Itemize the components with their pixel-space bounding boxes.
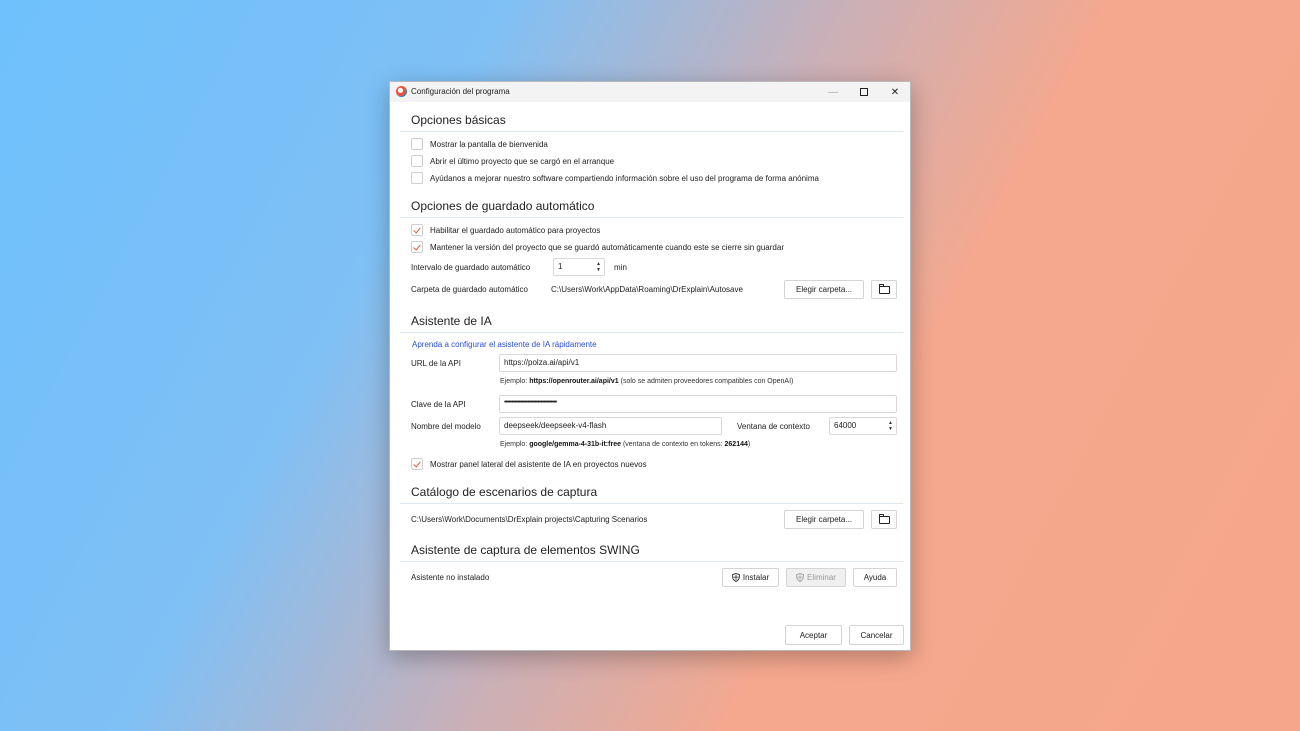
open-last-project-checkbox[interactable] (411, 155, 423, 167)
swing-install-label: Instalar (742, 573, 770, 582)
swing-install-button[interactable]: Instalar (722, 568, 779, 587)
section-swing-title: Asistente de captura de elementos SWING (411, 543, 640, 557)
catalog-choose-folder-button[interactable]: Elegir carpeta... (784, 510, 864, 529)
section-ai-title: Asistente de IA (411, 314, 492, 328)
autosave-interval-value: 1 (558, 262, 563, 271)
section-divider (400, 131, 903, 132)
close-icon: ✕ (890, 86, 900, 98)
autosave-folder-path: C:\Users\Work\AppData\Roaming\DrExplain\… (551, 285, 743, 294)
swing-remove-button[interactable]: Eliminar (786, 568, 846, 587)
swing-status: Asistente no instalado (411, 573, 490, 582)
context-window-label: Ventana de contexto (737, 422, 810, 431)
spin-arrows-icon[interactable]: ▲ ▼ (596, 261, 601, 273)
model-hint-end: ) (747, 441, 751, 448)
anonymous-usage-checkbox[interactable] (411, 172, 423, 184)
section-divider (400, 561, 903, 562)
open-last-project-label: Abrir el último proyecto que se cargó en… (430, 157, 615, 166)
swing-help-button[interactable]: Ayuda (853, 568, 897, 587)
folder-open-icon (878, 283, 890, 294)
section-catalog-title: Catálogo de escenarios de captura (411, 485, 598, 499)
api-url-hint-suffix: (solo se admiten proveedores compatibles… (620, 378, 794, 385)
accept-button[interactable]: Aceptar (785, 625, 842, 645)
api-url-label: URL de la API (411, 359, 461, 368)
autosave-choose-folder-button[interactable]: Elegir carpeta... (784, 280, 864, 299)
swing-remove-label: Eliminar (807, 573, 836, 582)
context-window-stepper[interactable]: 64000 ▲ ▼ (829, 417, 897, 435)
welcome-screen-label: Mostrar la pantalla de bienvenida (430, 140, 548, 149)
app-icon (396, 86, 407, 97)
autosave-interval-stepper[interactable]: 1 ▲ ▼ (553, 258, 605, 276)
section-divider (400, 332, 903, 333)
model-name-input[interactable]: deepseek/deepseek-v4-flash (499, 417, 722, 435)
section-basic-title: Opciones básicas (411, 113, 506, 127)
maximize-button[interactable] (849, 82, 879, 102)
window-title: Configuración del programa (411, 87, 510, 96)
section-divider (400, 503, 903, 504)
model-hint-tokens: 262144 (724, 441, 748, 448)
anonymous-usage-label: Ayúdanos a mejorar nuestro software comp… (430, 174, 819, 183)
api-url-hint-example: https://openrouter.ai/api/v1 (529, 378, 619, 385)
title-bar: Configuración del programa — ✕ (390, 82, 910, 102)
section-divider (400, 217, 903, 218)
close-button[interactable]: ✕ (880, 82, 910, 102)
shield-icon (796, 573, 804, 582)
minimize-button[interactable]: — (818, 82, 848, 102)
api-key-input[interactable]: •••••••••••••••••••••••••••••••••••• (499, 395, 897, 413)
autosave-folder-label: Carpeta de guardado automático (411, 285, 528, 294)
autosave-open-folder-button[interactable] (871, 280, 897, 299)
ai-side-panel-checkbox[interactable] (411, 458, 423, 470)
model-hint-prefix: Ejemplo: (500, 441, 528, 448)
catalog-path: C:\Users\Work\Documents\DrExplain projec… (411, 515, 648, 524)
catalog-open-folder-button[interactable] (871, 510, 897, 529)
keep-autosave-checkbox[interactable] (411, 241, 423, 253)
api-url-hint-prefix: Ejemplo: (500, 378, 528, 385)
minimize-icon: — (828, 86, 838, 98)
context-window-value: 64000 (834, 421, 857, 430)
spin-arrows-icon[interactable]: ▲ ▼ (888, 420, 893, 432)
model-hint-mid: (ventana de contexto en tokens: (622, 441, 723, 448)
autosave-interval-label: Intervalo de guardado automático (411, 263, 531, 272)
cancel-button[interactable]: Cancelar (849, 625, 904, 645)
keep-autosave-label: Mantener la versión del proyecto que se … (430, 243, 784, 252)
welcome-screen-checkbox[interactable] (411, 138, 423, 150)
model-hint-example: google/gemma-4-31b-it:free (529, 441, 621, 448)
enable-autosave-label: Habilitar el guardado automático para pr… (430, 226, 601, 235)
maximize-icon (860, 88, 868, 96)
api-url-input[interactable]: https://polza.ai/api/v1 (499, 354, 897, 372)
api-url-hint: Ejemplo: https://openrouter.ai/api/v1 (s… (500, 378, 793, 385)
shield-icon (731, 573, 740, 582)
enable-autosave-checkbox[interactable] (411, 224, 423, 236)
folder-open-icon (878, 513, 890, 524)
api-key-label: Clave de la API (411, 400, 466, 409)
model-hint: Ejemplo: google/gemma-4-31b-it:free (ven… (500, 441, 750, 448)
section-autosave-title: Opciones de guardado automático (411, 199, 595, 213)
autosave-interval-unit: min (614, 263, 627, 272)
model-name-label: Nombre del modelo (411, 422, 481, 431)
ai-setup-help-link[interactable]: Aprenda a configurar el asistente de IA … (412, 340, 597, 349)
settings-dialog: Configuración del programa — ✕ Opciones … (389, 81, 911, 651)
ai-side-panel-label: Mostrar panel lateral del asistente de I… (430, 460, 647, 469)
